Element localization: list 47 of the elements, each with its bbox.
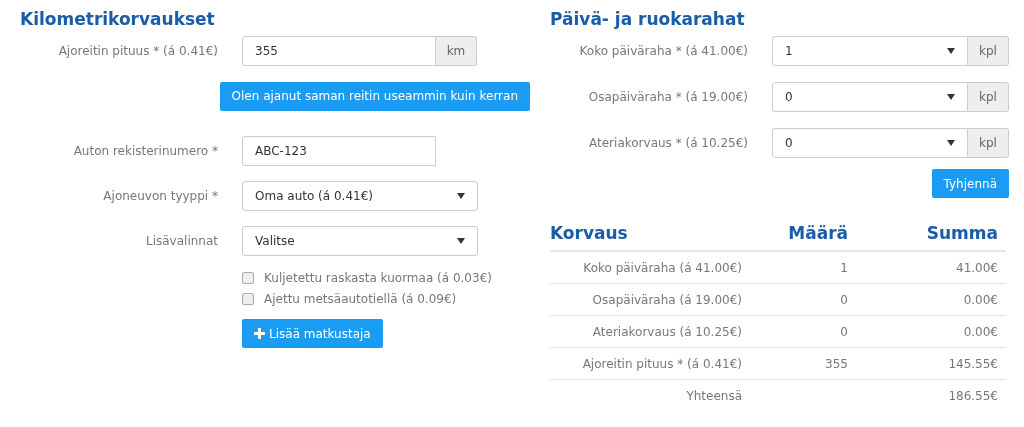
field-label: Koko päiväraha * (á 41.00€) xyxy=(579,44,748,58)
table-cell: Ajoreitin pituus * (á 0.41€) xyxy=(550,347,742,380)
section-title: Päivä- ja ruokarahat xyxy=(550,8,746,30)
column-header: Määrä xyxy=(742,216,848,251)
dropdown-caret-icon xyxy=(947,94,955,100)
dropdown[interactable]: 1 xyxy=(772,36,968,66)
input-field[interactable]: 355 xyxy=(242,36,436,66)
field-label: Ajoneuvon tyyppi * xyxy=(103,189,218,203)
table-cell: 186.55€ xyxy=(848,379,1006,411)
dropdown-caret-icon xyxy=(457,193,465,199)
table-cell: 0 xyxy=(742,315,848,348)
table-cell: 0 xyxy=(742,283,848,316)
dropdown[interactable]: 0 xyxy=(772,82,968,112)
section-title: Kilometrikorvaukset xyxy=(20,8,216,30)
table-cell: Koko päiväraha (á 41.00€) xyxy=(550,251,742,284)
table-cell: 41.00€ xyxy=(848,251,1006,284)
checkbox-label: Ajettu metsäautotiellä (á 0.09€) xyxy=(264,291,457,306)
table-cell: 0.00€ xyxy=(848,315,1006,348)
dropdown[interactable]: Valitse xyxy=(242,226,478,256)
checkbox-label: Kuljetettu raskasta kuormaa (á 0.03€) xyxy=(264,270,492,285)
unit-addon: kpl xyxy=(968,128,1009,158)
column-header: Korvaus xyxy=(550,216,742,251)
table-cell: 355 xyxy=(742,347,848,380)
dropdown-caret-icon xyxy=(947,48,955,54)
dropdown[interactable]: 0 xyxy=(772,128,968,158)
table-cell: Yhteensä xyxy=(550,379,742,411)
input-field[interactable]: ABC-123 xyxy=(242,136,436,166)
checkbox[interactable] xyxy=(242,292,254,305)
field-label: Ateriakorvaus * (á 10.25€) xyxy=(589,136,748,150)
column-header: Summa xyxy=(848,216,1006,251)
dropdown-caret-icon xyxy=(457,238,465,244)
table-cell: Osapäiväraha (á 19.00€) xyxy=(550,283,742,316)
dropdown-caret-icon xyxy=(947,140,955,146)
dropdown[interactable]: Oma auto (á 0.41€) xyxy=(242,181,478,211)
unit-addon: kpl xyxy=(968,82,1009,112)
field-label: Ajoreitin pituus * (á 0.41€) xyxy=(58,44,218,58)
field-label: Lisävalinnat xyxy=(145,234,218,248)
table-cell: 145.55€ xyxy=(848,347,1006,380)
table-cell: 0.00€ xyxy=(848,283,1006,316)
unit-addon: kpl xyxy=(968,36,1009,66)
checkbox[interactable] xyxy=(242,271,254,284)
field-label: Osapäiväraha * (á 19.00€) xyxy=(588,90,748,104)
plus-icon xyxy=(254,328,265,339)
table-cell: 1 xyxy=(742,251,848,284)
table-cell: Ateriakorvaus (á 10.25€) xyxy=(550,315,742,348)
unit-addon: km xyxy=(436,36,477,66)
field-label: Auton rekisterinumero * xyxy=(73,144,218,158)
